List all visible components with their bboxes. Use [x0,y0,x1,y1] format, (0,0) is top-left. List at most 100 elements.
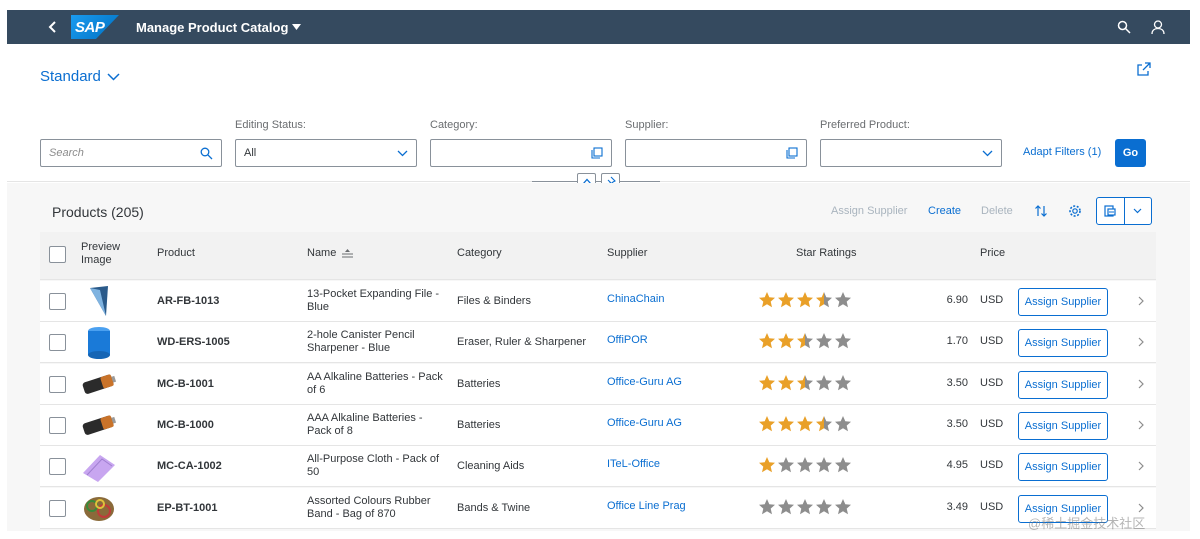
star-icon [816,498,832,514]
logo-text: SAP [75,18,105,36]
column-preview-image[interactable]: Preview Image [81,241,120,267]
price-value: 1.70 [946,335,968,348]
user-profile-icon[interactable] [1150,19,1166,35]
back-button[interactable] [39,10,67,44]
row-checkbox[interactable] [49,458,66,476]
editing-status-select[interactable]: All [235,139,417,167]
sort-icon[interactable] [1031,201,1051,221]
pencil-sharpener-icon [80,325,118,360]
value-help-icon[interactable] [786,147,798,159]
search-input[interactable] [49,147,200,159]
supplier-link[interactable]: ITeL-Office [607,458,660,471]
app-title: Manage Product Catalog [136,19,289,35]
select-all-checkbox[interactable] [49,246,66,263]
product-id: AR-FB-1013 [157,295,220,307]
delete-button[interactable]: Delete [981,205,1013,217]
assign-supplier-button[interactable]: Assign Supplier [1018,288,1108,316]
export-button[interactable] [1096,197,1152,225]
chevron-right-icon[interactable] [1136,502,1146,514]
star-icon [778,415,794,432]
product-name: AA Alkaline Batteries - Pack of 6 [307,370,443,396]
app-title-menu[interactable]: Manage Product Catalog [136,19,302,35]
price-currency: USD [980,417,1004,430]
export-main-button[interactable] [1097,198,1124,224]
category-field[interactable] [430,139,612,167]
price-value: 3.50 [946,376,968,389]
price-value: 3.50 [946,417,968,430]
chevron-right-icon[interactable] [1136,378,1146,390]
supplier-link[interactable]: Office Line Prag [607,500,686,513]
product-name: 13-Pocket Expanding File - Blue [307,288,440,313]
product-id: MC-CA-1002 [157,460,222,473]
supplier-link[interactable]: OffiPOR [607,334,648,347]
price-currency: USD [980,294,1004,306]
caret-down-icon [292,24,302,30]
assign-supplier-button[interactable]: Assign Supplier [1018,411,1108,440]
row-checkbox[interactable] [49,375,66,393]
supplier-link[interactable]: Office-Guru AG [607,376,682,389]
chevron-down-icon [1133,208,1142,214]
supplier-link[interactable]: ChinaChain [607,293,664,306]
search-icon[interactable] [1116,19,1132,35]
preferred-product-select[interactable] [820,139,1002,167]
sap-logo[interactable]: SAP [71,15,119,39]
table-row[interactable]: MC-B-1000 AAA Alkaline Batteries - Pack of… [40,404,1156,446]
supplier-link[interactable]: Office-Guru AG [607,417,682,430]
assign-supplier-button[interactable]: Assign Supplier [1018,329,1108,358]
column-category[interactable]: Category [457,247,502,259]
sort-ascending-icon [342,248,354,257]
column-star-ratings[interactable]: Star Ratings [796,247,857,259]
adapt-filters-link[interactable]: Adapt Filters (1) [1023,146,1101,158]
product-name: AAA Alkaline Batteries - Pack of 8 [307,411,423,437]
star-icon [835,374,851,390]
share-icon[interactable] [1136,61,1152,77]
star-icon [778,374,794,390]
product-id: EP-BT-1001 [157,501,218,514]
star-rating [758,415,852,433]
star-icon [759,498,775,514]
chevron-left-icon [48,21,56,33]
column-price[interactable]: Price [980,247,1005,259]
row-checkbox[interactable] [49,416,66,434]
chevron-right-icon[interactable] [1136,336,1146,348]
table-row[interactable]: EP-BT-1001 Assorted Colours Rubber Band - … [40,487,1156,529]
row-checkbox[interactable] [49,334,66,352]
star-icon [759,457,775,473]
shell-bar: SAP Manage Product Catalog [7,10,1190,44]
settings-gear-icon[interactable] [1065,201,1085,221]
chevron-right-icon[interactable] [1136,295,1146,307]
star-icon [759,415,775,432]
product-name: All-Purpose Cloth - Pack of 50 [307,453,440,479]
star-icon [816,333,832,349]
search-icon[interactable] [200,147,213,160]
variant-management[interactable]: Standard [40,68,120,85]
chevron-down-icon[interactable] [982,150,993,157]
column-name[interactable]: Name [307,247,354,259]
row-checkbox[interactable] [49,499,66,517]
assign-supplier-button[interactable]: Assign Supplier [1018,453,1108,482]
table-row[interactable]: MC-B-1001 AA Alkaline Batteries - Pack of … [40,363,1156,405]
assign-supplier-button[interactable]: Assign Supplier [1018,370,1108,399]
star-icon [835,333,851,349]
product-name: Assorted Colours Rubber Band - Bag of 870 [307,494,431,520]
create-button[interactable]: Create [928,205,961,217]
product-category: Batteries [457,418,501,431]
product-id: WD-ERS-1005 [157,336,230,349]
star-icon [778,333,794,349]
row-checkbox[interactable] [49,293,66,310]
table-row[interactable]: MC-CA-1002 All-Purpose Cloth - Pack of 50 C… [40,446,1156,488]
chevron-right-icon[interactable] [1136,460,1146,472]
value-help-icon[interactable] [591,147,603,159]
table-row[interactable]: WD-ERS-1005 2-hole Canister Pencil Sharpen… [40,322,1156,364]
supplier-field[interactable] [625,139,807,167]
go-button[interactable]: Go [1115,139,1146,167]
column-product[interactable]: Product [157,247,195,259]
star-icon [797,333,813,349]
chevron-down-icon[interactable] [397,150,408,157]
export-menu-button[interactable] [1125,198,1152,224]
table-row[interactable]: AR-FB-1013 13-Pocket Expanding File - Blue… [40,281,1156,322]
search-field[interactable] [40,139,222,167]
assign-supplier-toolbar-button[interactable]: Assign Supplier [831,205,907,217]
column-supplier[interactable]: Supplier [607,247,647,259]
chevron-right-icon[interactable] [1136,419,1146,431]
